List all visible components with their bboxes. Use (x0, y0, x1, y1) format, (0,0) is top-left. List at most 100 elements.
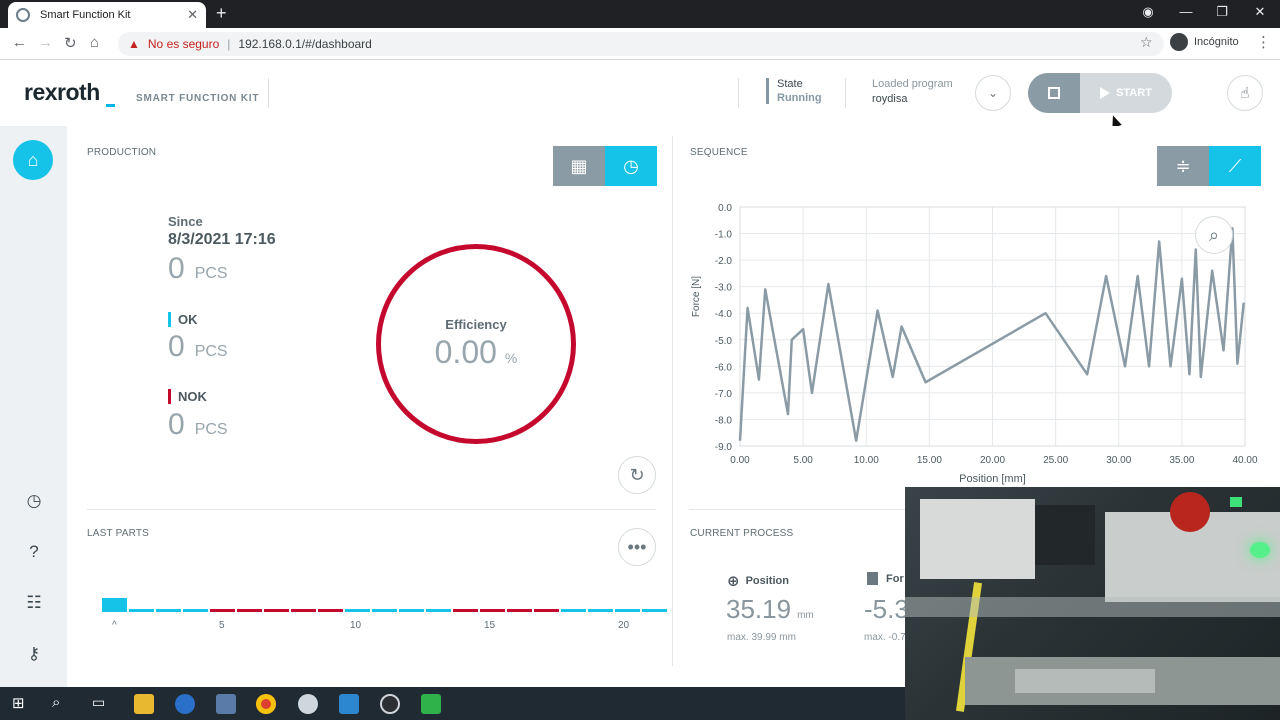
reload-icon[interactable]: ↻ (64, 34, 77, 52)
forward-icon[interactable]: → (38, 34, 53, 51)
parts-tick: 10 (350, 620, 362, 631)
part-result-segment[interactable] (345, 609, 370, 612)
sidebar-item-dashboard[interactable]: ⌂ (13, 140, 53, 180)
sidebar-item-history[interactable]: ◷ (22, 489, 46, 513)
part-result-segment[interactable] (642, 609, 667, 612)
home-browser-icon[interactable]: ⌂ (90, 34, 99, 51)
part-result-segment[interactable] (453, 609, 478, 612)
x-tick-label: 30.00 (1106, 455, 1131, 466)
last-parts-title: LAST PARTS (87, 528, 150, 539)
history-view-button[interactable]: ◷ (605, 146, 657, 186)
part-result-segment[interactable] (156, 609, 181, 612)
profile-menu-icon[interactable]: ◉ (1130, 4, 1166, 20)
incognito-indicator[interactable]: Incógnito (1170, 33, 1239, 51)
history-icon: ◷ (623, 155, 639, 176)
last-parts-bar (102, 598, 667, 618)
obs-icon[interactable] (380, 694, 400, 714)
position-value-unit: mm (797, 610, 814, 621)
reset-counter-button[interactable]: ↻ (618, 456, 656, 494)
part-result-segment[interactable] (183, 609, 208, 612)
task-view-icon[interactable]: ▭ (92, 694, 112, 714)
part-result-segment[interactable] (237, 609, 262, 612)
app-icon-4[interactable] (421, 694, 441, 714)
security-label[interactable]: No es seguro (148, 37, 219, 51)
refresh-icon: ↻ (629, 464, 645, 485)
url-text[interactable]: 192.168.0.1/#/dashboard (238, 37, 371, 51)
app-icon-3[interactable] (339, 694, 359, 714)
part-result-segment[interactable] (480, 609, 505, 612)
favicon-icon (16, 8, 30, 22)
zoom-button[interactable]: ⌕ (1195, 216, 1233, 254)
start-label: START (1116, 87, 1152, 99)
minimize-icon[interactable]: — (1168, 4, 1204, 19)
new-tab-icon[interactable]: + (216, 3, 227, 24)
sidebar-item-settings[interactable]: ⚷ (22, 642, 46, 666)
file-explorer-icon[interactable] (134, 694, 154, 714)
part-result-segment[interactable] (372, 609, 397, 612)
browser-tab[interactable]: Smart Function Kit ✕ (8, 2, 206, 28)
start-button[interactable]: START (1080, 73, 1172, 113)
run-control-group: START (1028, 73, 1172, 113)
y-axis-label: Force [N] (691, 276, 702, 317)
part-result-segment[interactable] (291, 609, 316, 612)
y-tick-label: -9.0 (715, 442, 733, 453)
part-result-segment[interactable] (426, 609, 451, 612)
search-icon[interactable]: ⌕ (52, 694, 72, 714)
app-icon-2[interactable] (298, 694, 318, 714)
back-icon[interactable]: ← (12, 34, 27, 51)
ok-label: OK (168, 312, 198, 327)
program-dropdown-button[interactable]: ⌄ (975, 75, 1011, 111)
sequence-steps-button[interactable]: ≑ (1157, 146, 1209, 186)
part-result-segment[interactable] (534, 609, 559, 612)
grid-view-button[interactable]: ▦ (553, 146, 605, 186)
edge-icon[interactable] (175, 694, 195, 714)
part-result-segment[interactable] (561, 609, 586, 612)
part-result-segment[interactable] (264, 609, 289, 612)
state-value: Running (777, 92, 822, 104)
sequence-view-toggle: ≑ ⟋ (1157, 146, 1261, 186)
force-value: -5.3 (864, 594, 909, 625)
part-result-segment[interactable] (102, 598, 127, 612)
stop-button[interactable] (1028, 73, 1080, 113)
collapse-icon: ≑ (1175, 155, 1191, 176)
home-icon: ⌂ (27, 149, 39, 170)
program-label: Loaded program (872, 78, 953, 90)
x-tick-label: 35.00 (1169, 455, 1194, 466)
warning-icon: ▲ (128, 37, 140, 51)
maximize-icon[interactable]: ❐ (1204, 4, 1240, 20)
close-window-icon[interactable]: ✕ (1242, 4, 1278, 20)
part-result-segment[interactable] (129, 609, 154, 612)
sidebar-item-messages[interactable]: ☷ (22, 591, 46, 615)
y-tick-label: -8.0 (715, 415, 733, 426)
webcam-overlay (905, 487, 1280, 720)
grid-icon: ▦ (570, 155, 588, 176)
part-result-segment[interactable] (588, 609, 613, 612)
play-icon (1100, 87, 1111, 99)
machine-state: State Running (766, 78, 822, 104)
manual-mode-button[interactable]: ☝ (1227, 75, 1263, 111)
last-parts-more-button[interactable]: ••• (618, 528, 656, 566)
parts-tick: 15 (484, 620, 496, 631)
part-result-segment[interactable] (399, 609, 424, 612)
parts-tick: 5 (219, 620, 225, 631)
bookmark-star-icon[interactable]: ☆ (1140, 34, 1153, 51)
browser-menu-icon[interactable]: ⋮ (1256, 33, 1271, 51)
close-tab-icon[interactable]: ✕ (187, 7, 198, 23)
part-result-segment[interactable] (507, 609, 532, 612)
sequence-graph-button[interactable]: ⟋ (1209, 146, 1261, 186)
part-result-segment[interactable] (210, 609, 235, 612)
position-label-text: Position (745, 575, 789, 587)
app-icon-1[interactable] (216, 694, 236, 714)
part-result-segment[interactable] (318, 609, 343, 612)
omnibox[interactable]: ▲ No es seguro | 192.168.0.1/#/dashboard (118, 32, 1164, 56)
force-value-number: -5.3 (864, 594, 909, 624)
since-label: Since (168, 214, 203, 229)
chrome-icon[interactable] (256, 694, 276, 714)
sequence-title: SEQUENCE (690, 147, 748, 158)
y-tick-label: -6.0 (715, 362, 733, 373)
sidebar-item-help[interactable]: ? (22, 540, 46, 564)
windows-start-icon[interactable]: ⊞ (12, 694, 32, 714)
chart-icon: ⟋ (1228, 155, 1242, 176)
part-result-segment[interactable] (615, 609, 640, 612)
x-axis-label: Position [mm] (959, 473, 1026, 485)
